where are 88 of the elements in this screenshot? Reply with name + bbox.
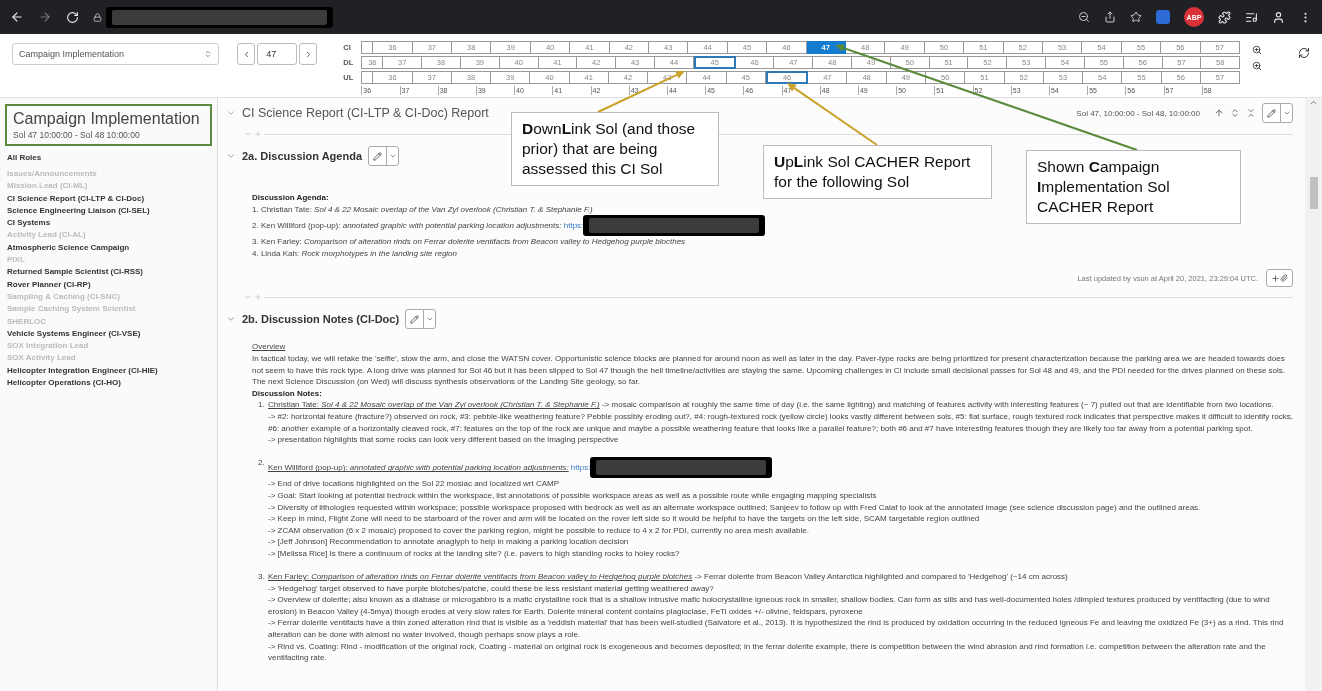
overview-heading: Overview xyxy=(252,341,287,353)
profile-icon[interactable] xyxy=(1272,10,1285,24)
agenda-item: 1. Christian Tate: Sol 4 & 22 Mosaic overlap of the Van Zyl overlook (Christian T. & Stephanie F.) xyxy=(252,204,593,214)
next-sol-button[interactable] xyxy=(299,43,318,65)
campaign-title: Campaign Implementation xyxy=(13,109,201,129)
media-icon[interactable] xyxy=(1245,10,1258,24)
role-link[interactable]: Returned Sample Scientist (CI-RSS) xyxy=(7,266,212,279)
zoom-out-icon[interactable] xyxy=(1078,11,1090,23)
role-link[interactable]: Helicopter Integration Engineer (CI-HIE) xyxy=(7,364,212,378)
campaign-time-range: Sol 47 10:00:00 - Sol 48 10:00:00 xyxy=(13,129,141,141)
scroll-top-icon[interactable] xyxy=(1214,108,1224,118)
agenda-item: 3. Ken Farley: Comparison of alteration rinds on Ferrar dolerite ventifacts from Beacon valley to Hedgehog purple blocthes xyxy=(252,237,686,247)
note-point: -> 'Hedgehog' target observed to have purple blotches/patche, could these be less resistant material getting weathered away? xyxy=(268,582,715,595)
note-text: Christian Tate: Sol 4 & 22 Mosaic overlap of the Van Zyl overlook (Christian T. & Stephanie F.) -> mosaic comparison at roughly the same time of day (i.e. the same lighting) and matching of features activity with interesting features (~ 7) pulled out that are identifiable from two locations. xyxy=(268,400,1274,410)
chevron-down-icon[interactable] xyxy=(226,108,236,118)
annotation-callout: Shown Campaign Implementation Sol CACHER Report xyxy=(1026,150,1241,224)
pencil-icon xyxy=(373,151,383,161)
refresh-icon[interactable] xyxy=(1298,47,1310,59)
sol-input[interactable]: 47 xyxy=(257,43,298,65)
caret-icon xyxy=(388,152,397,160)
note-point: -> End of drive locations highlighted on the Sol 22 mosiac and localized wrt CAMP xyxy=(268,478,561,490)
agenda-item: 4. Linda Kah: Rock morphotypes in the landing site region xyxy=(252,248,458,258)
report-title: CI Science Report (CI-LTP & CI-Doc) Report xyxy=(242,106,489,120)
note-point: -> Goal: Start looking at potential bedrock within the workspace, list annotations of possible workspace areas as well as a possible route while engaging mapping specialists xyxy=(268,489,878,502)
section-heading: 2b. Discussion Notes (CI-Doc) xyxy=(242,313,400,326)
empty-cell xyxy=(361,71,374,84)
campaign-select[interactable]: Campaign Implementation xyxy=(12,43,220,65)
role-link[interactable]: Rover Planner (CI-RP) xyxy=(7,278,212,291)
share-icon[interactable] xyxy=(1104,11,1116,23)
list-number: 1. xyxy=(258,399,266,412)
empty-cell xyxy=(361,41,374,54)
note-point: -> [Melissa Rice] Is there a continuum of rocks at the landing site? (i.e. pavers to high standing rocks to holey rocks? xyxy=(268,547,681,560)
plus-icon xyxy=(1271,273,1280,283)
previous-sol-button[interactable] xyxy=(237,43,256,65)
scrollbar-thumb[interactable] xyxy=(1309,177,1318,209)
note-point: -> presentation highlights that some rocks can look very different based on the imaging perspective xyxy=(268,434,620,446)
list-number: 2. xyxy=(258,457,266,470)
zoom-in-icon[interactable] xyxy=(1252,45,1262,55)
add-attachment-button[interactable] xyxy=(1266,269,1293,288)
note-text: Ken Farley: Comparison of alteration rinds on Ferrar dolerite ventifacts from Beacon valley to Hedgehog purple blotches -> Ferrar dolerite from Beacon Valley Antarctica highlighted and compared to 'Hedgehog' (~14 cm across) xyxy=(268,572,1068,582)
zoom-in-icon[interactable] xyxy=(1252,61,1262,71)
note-link[interactable]: https: xyxy=(570,462,591,472)
expand-all-icon[interactable] xyxy=(1230,108,1240,118)
note-point: -> Keep in mind, Flight Zone will need to be starboard of the rover and arm will be located on the rover left side so it would be helpful to have the targets on the left side, SCAM targetable region outlined xyxy=(268,513,981,525)
lock-icon xyxy=(93,12,102,22)
role-link[interactable]: Atmospheric Science Campaign xyxy=(7,241,212,255)
note-point: -> Ferrar dolerite ventifacts have a thin zoned alteration rind that is visible as a 'reddish material' that has been well-studied (Salvatore et al., 2013). It is hypothesized the rind is produced by oxidation occurring in the reduced igneous Fe and leaving the oxidized Fe (3+) as a rind. This rind alteration can be done with almost no water involved, though perhaps snow plays a role. xyxy=(268,617,1285,641)
report-time-range: Sol 47, 10:00:00 - Sol 48, 10:00:00 xyxy=(1076,108,1200,118)
extensions-icon[interactable] xyxy=(1218,10,1231,24)
note-point: -> ZCAM observation (6 x 2 mosaic) proposed to cover the parking region, might be possible to reduce to 4 x 2 for PDI, currently no area mesh available. xyxy=(268,524,810,537)
role-link[interactable]: Science Engineering Liaison (CI-SEL) xyxy=(7,204,212,218)
note-point: -> Overview of dolerite; also known as a diabase or microgabbro is a mafic crystalline rock that is a shallow intrusive mafic holocrystalline igneous rock in smaller, shallow bodies. Can form as sills and has well-documented holes /dimpled textures produced by ventifacting (due to wind erosion) in Beacon Valley (4-5mya) though erodes at very slow rates for Earth. Dolerite mineral content contains plagioclase, FeTi oxides +/- olivine, feldspars, pyroxene xyxy=(268,594,1271,618)
paperclip-icon xyxy=(1280,274,1288,283)
list-number: 3. xyxy=(258,571,266,584)
reload-icon[interactable] xyxy=(66,10,79,24)
pencil-icon xyxy=(410,314,420,324)
caret-icon xyxy=(1282,109,1291,117)
role-link[interactable]: Helicopter Operations (CI-HO) xyxy=(7,377,212,390)
note-point: -> Rind vs. Coating: Rind - modification of the original rock, Coating - material on original rock is exogeneous and becomes deposited; in the ferrar dolerite example, there is competition between the wind abrasion and rind formation i.e. competition between the alteration rate and the ventifacting rate. xyxy=(268,640,1267,664)
collapse-all-icon[interactable] xyxy=(1246,108,1256,118)
agenda-link[interactable]: https: xyxy=(563,220,584,230)
role-link[interactable]: CI Science Report (CI-LTP & CI-Doc) xyxy=(7,192,212,205)
plus-icon[interactable] xyxy=(254,130,262,138)
agenda-item: 2. Ken Williford (pop-up): annotated graphic with potential parking location adjustments: https: xyxy=(252,220,584,230)
agenda-label: Discussion Agenda: xyxy=(252,192,330,204)
annotation-callout: UpLink Sol CACHER Report for the following Sol xyxy=(763,145,992,199)
role-link[interactable]: CI Systems xyxy=(7,217,212,230)
note-link[interactable]: Christian Tate: Sol 4 & 22 Mosaic overlap of the Van Zyl overlook (Christian T. & Stephanie F.) xyxy=(268,400,600,410)
chevron-icon[interactable] xyxy=(226,151,236,161)
note-link[interactable]: Ken Williford (pop-up): annotated graphic with potential parking location adjustments: xyxy=(268,462,569,472)
note-point: -> [Jeff Johnson] Recommendation to annotate anaglyph to help in making a parking location decision xyxy=(268,536,630,548)
note-point: -> Diversity of lithologies requested within workspace; possible workspace proposed with bedrock as well as an alternate workspace outlined; Sanjeev to follow up with Fred Calaf to look at the annotated image (see science discussion page) and the outlined areas. xyxy=(268,501,1202,514)
updown-caret-icon xyxy=(204,50,213,58)
note-point: -> #2: horizontal feature (fracture?) observed on rock, #3: pebble-like weathering feature? Pebble possibly eroding out?, #4: rough-textured rock (yellow circle) looks vastly different between sols, #5: flat surface, rough textured rock indicates that perspective makes it difficult to identify rocks, #6: another example of a horizontally cleaved rock, #7: features on the top of the rock are unique and maybe a possible weathering feature that looks like a parallel feature?; both #6 and #7 have interesting features though they are likely too far away from a potential parking spot. xyxy=(268,410,1293,435)
pencil-icon xyxy=(1267,108,1276,118)
section-heading: 2a. Discussion Agenda xyxy=(242,150,363,162)
star-icon[interactable] xyxy=(1130,11,1142,23)
overview-paragraph: In tactical today, we will retake the 'selfie', stow the arm, and close the WATSN cover. Opportunistic science blocks are planned for around noon as well as later in the day. Paver-type rocks are being prioritized for present characterization because the parking area we are headed towards does not seem to have this rock type. A long drive was planned for Sol 46 but it has been slipped to Sol 47 though the heli timeline/activities are staying the same. Upcoming challenges in CI include small decisional passes for Sol 48 and 49, and the PDI needed for the drives planned on these sols. The next Science Discussion (on Wed) will discuss synthesis observations of the Landing Site geology, so far. xyxy=(252,352,1287,388)
back-icon[interactable] xyxy=(10,10,24,24)
forward-icon[interactable] xyxy=(38,10,52,24)
extension-icon[interactable] xyxy=(1156,10,1170,24)
scroll-up-icon[interactable] xyxy=(1309,98,1318,107)
note-link[interactable]: Ken Farley: Comparison of alteration rinds on Ferrar dolerite ventifacts from Beacon valley to Hedgehog purple blotches xyxy=(268,572,693,582)
annotation-callout: DownLink Sol (and those prior) that are being assessed this CI Sol xyxy=(511,112,719,186)
role-link[interactable]: All Roles xyxy=(7,153,212,162)
role-link[interactable]: Vehicle Systems Engineer (CI-VSE) xyxy=(7,327,212,341)
plus-icon[interactable] xyxy=(254,293,262,302)
notes-label: Discussion Notes: xyxy=(252,387,323,400)
